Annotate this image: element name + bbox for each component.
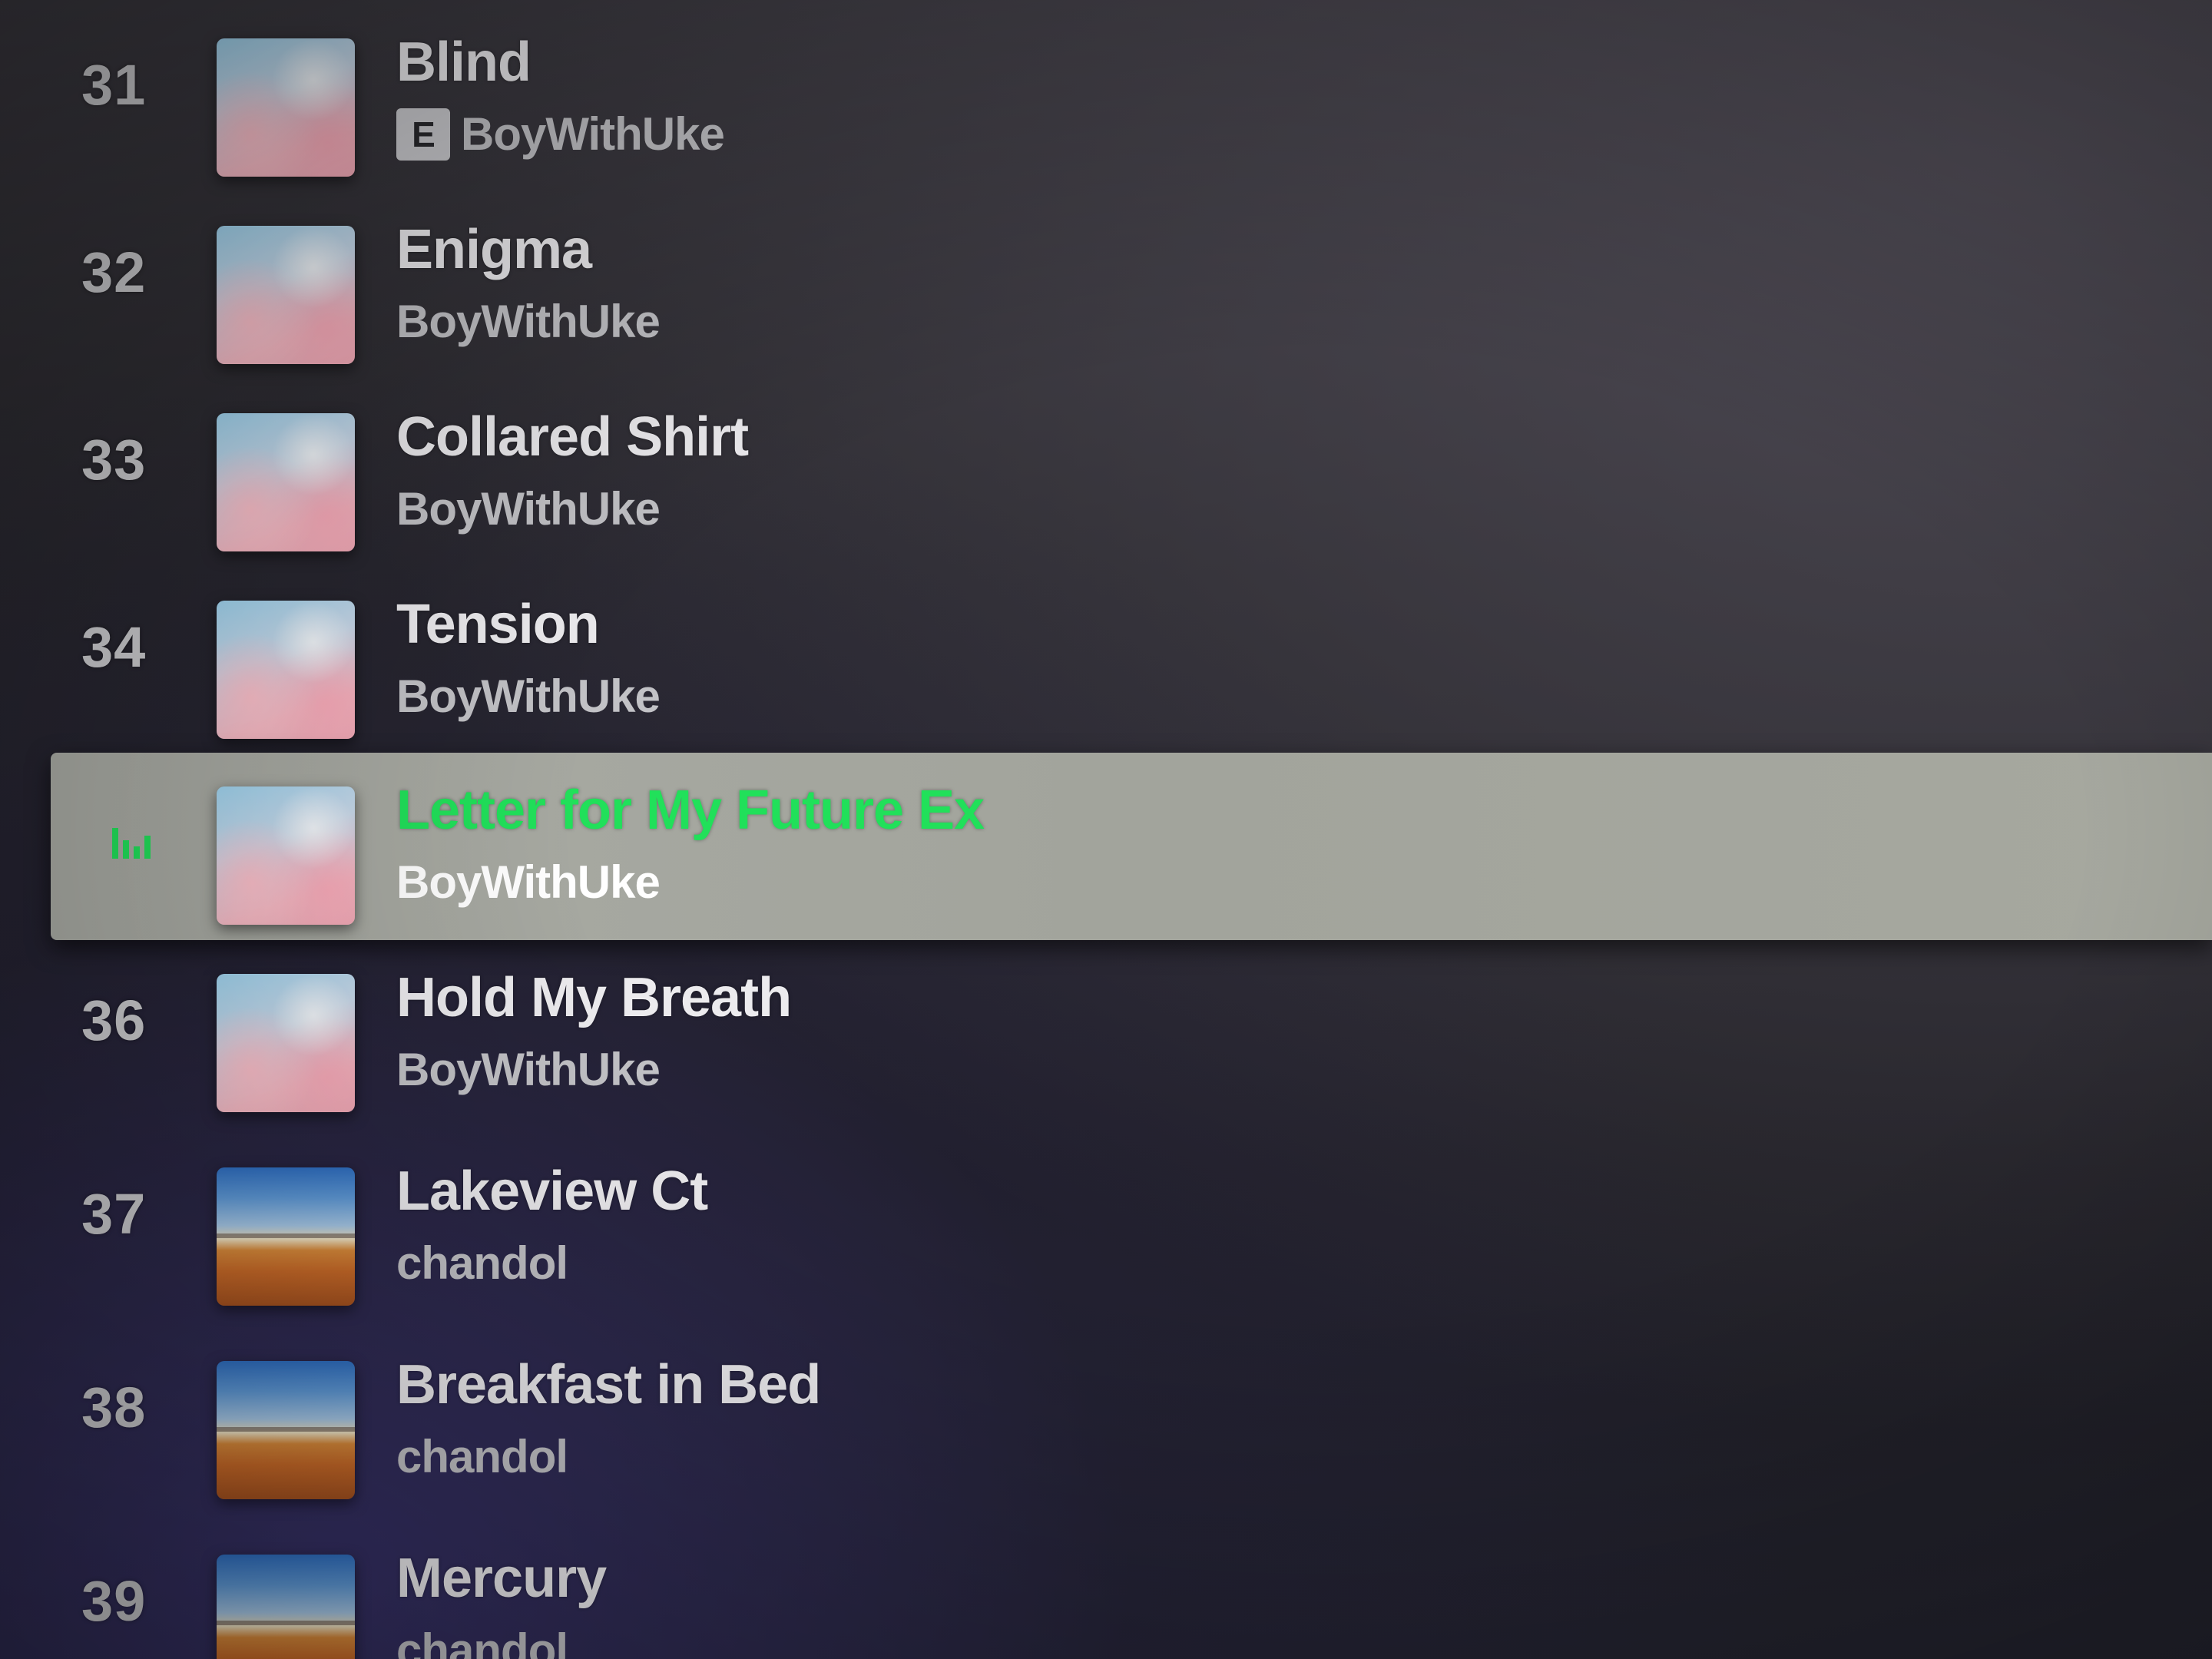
track-title[interactable]: Enigma [396,218,592,281]
track-row-tension[interactable]: 34 Tension BoyWithUke [51,567,2212,754]
track-number: 37 [81,1182,147,1246]
track-title[interactable]: Breakfast in Bed [396,1353,821,1416]
track-row-enigma[interactable]: 32 Enigma BoyWithUke [51,192,2212,379]
album-art [217,1555,355,1659]
track-number: 32 [81,240,147,304]
explicit-badge: E [396,108,450,161]
album-art [217,38,355,177]
track-artist[interactable]: BoyWithUke [396,670,661,723]
track-title[interactable]: Mercury [396,1547,607,1610]
track-number: 31 [81,53,147,117]
track-title[interactable]: Hold My Breath [396,966,792,1029]
track-title[interactable]: Letter for My Future Ex [396,779,985,842]
album-art [217,226,355,364]
track-title[interactable]: Tension [396,593,600,656]
track-row-mercury[interactable]: 39 Mercury chandol [51,1521,2212,1659]
track-row-hold-my-breath[interactable]: 36 Hold My Breath BoyWithUke [51,940,2212,1128]
track-title[interactable]: Lakeview Ct [396,1160,708,1223]
track-number: 34 [81,615,147,679]
track-number: 36 [81,988,147,1052]
equalizer-icon [112,828,151,859]
track-artist[interactable]: BoyWithUke [461,108,725,160]
track-row-lakeview-ct[interactable]: 37 Lakeview Ct chandol [51,1134,2212,1321]
track-row-now-playing[interactable]: Letter for My Future Ex BoyWithUke [51,753,2212,940]
track-artist-line: E BoyWithUke [396,108,725,161]
track-title[interactable]: Blind [396,31,531,94]
track-row-blind[interactable]: 31 Blind E BoyWithUke [51,5,2212,192]
track-title[interactable]: Collared Shirt [396,406,749,469]
track-number: 33 [81,428,147,492]
track-artist[interactable]: chandol [396,1430,568,1483]
track-row-breakfast-in-bed[interactable]: 38 Breakfast in Bed chandol [51,1327,2212,1515]
album-art [217,974,355,1112]
track-artist[interactable]: BoyWithUke [396,856,661,909]
track-artist[interactable]: BoyWithUke [396,295,661,348]
screen: 31 Blind E BoyWithUke 32 Enigma BoyWithUk… [0,0,2212,1659]
album-art [217,1361,355,1499]
album-art [217,1167,355,1306]
track-number: 39 [81,1569,147,1633]
album-art [217,601,355,739]
track-artist[interactable]: chandol [396,1237,568,1290]
track-number: 38 [81,1376,147,1439]
track-list: 31 Blind E BoyWithUke 32 Enigma BoyWithUk… [0,0,2212,1659]
album-art [217,413,355,551]
album-art [217,786,355,925]
track-artist[interactable]: chandol [396,1624,568,1659]
track-artist[interactable]: BoyWithUke [396,1043,661,1096]
track-row-collared-shirt[interactable]: 33 Collared Shirt BoyWithUke [51,379,2212,567]
track-artist[interactable]: BoyWithUke [396,482,661,535]
